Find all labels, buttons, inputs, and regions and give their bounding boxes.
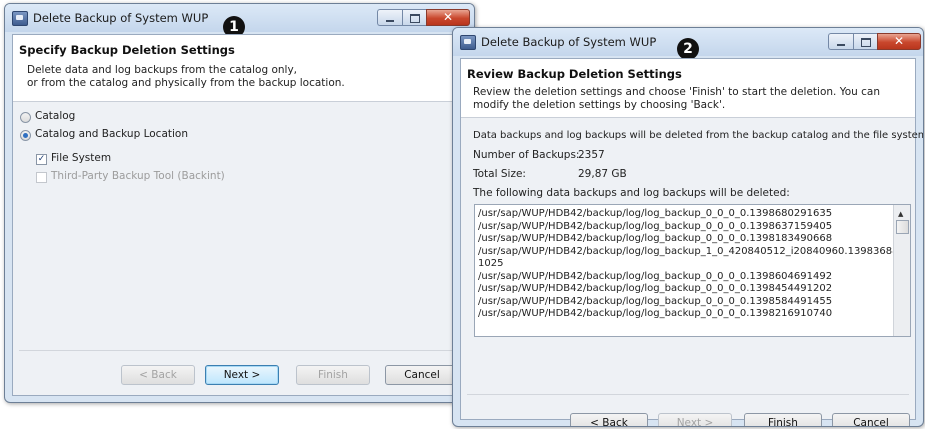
minimize-button[interactable] <box>828 33 853 50</box>
maximize-button[interactable] <box>853 33 877 50</box>
list-item[interactable]: /usr/sap/WUP/HDB42/backup/log/log_backup… <box>478 221 890 234</box>
list-item[interactable]: 1025 <box>478 258 890 271</box>
close-button[interactable]: ✕ <box>426 9 470 26</box>
wizard-pane: Specify Backup Deletion Settings Delete … <box>12 34 467 396</box>
cancel-button[interactable]: Cancel <box>832 413 910 426</box>
scroll-thumb[interactable] <box>896 220 909 234</box>
summary-text: Data backups and log backups will be del… <box>473 130 924 141</box>
back-button: < Back <box>121 365 195 385</box>
next-button[interactable]: Next > <box>205 365 279 385</box>
page-description: Review the deletion settings and choose … <box>473 86 880 111</box>
total-size-label: Total Size: <box>473 168 526 180</box>
list-item[interactable]: /usr/sap/WUP/HDB42/backup/log/log_backup… <box>478 296 890 309</box>
checkbox-third-party <box>36 172 47 183</box>
num-backups-label: Number of Backups: <box>473 149 580 161</box>
vertical-scrollbar[interactable]: ▲ <box>893 205 910 336</box>
dialog-specify-settings: Delete Backup of System WUP 1 ✕ Specify … <box>4 3 475 403</box>
wizard-header: Specify Backup Deletion Settings Delete … <box>13 35 466 102</box>
title-bar[interactable]: Delete Backup of System WUP 2 ✕ <box>453 28 923 60</box>
scroll-up-icon[interactable]: ▲ <box>898 210 903 218</box>
list-item[interactable]: /usr/sap/WUP/HDB42/backup/log/log_backup… <box>478 233 890 246</box>
minimize-button[interactable] <box>377 9 402 26</box>
wizard-header: Review Backup Deletion Settings Review t… <box>461 59 915 118</box>
list-item[interactable]: /usr/sap/WUP/HDB42/backup/log/log_backup… <box>478 246 905 259</box>
num-backups-value: 2357 <box>578 149 605 161</box>
radio-catalog[interactable] <box>20 112 31 123</box>
next-button: Next > <box>658 413 732 426</box>
checkbox-file-system[interactable]: ✓ <box>36 154 47 165</box>
finish-button[interactable]: Finish <box>744 413 822 426</box>
window-title: Delete Backup of System WUP <box>33 11 209 25</box>
dialog-review-settings: Delete Backup of System WUP 2 ✕ Review B… <box>452 27 924 427</box>
page-title: Review Backup Deletion Settings <box>467 67 682 81</box>
list-item[interactable]: /usr/sap/WUP/HDB42/backup/log/log_backup… <box>478 271 890 284</box>
radio-catalog-backup-location[interactable] <box>20 130 31 141</box>
button-separator <box>467 394 909 395</box>
step-badge: 2 <box>677 38 699 60</box>
maximize-button[interactable] <box>402 9 426 26</box>
checkbox-third-party-label: Third-Party Backup Tool (Backint) <box>51 170 225 182</box>
wizard-body: Catalog Catalog and Backup Location ✓ Fi… <box>13 102 466 395</box>
wizard-body: Data backups and log backups will be del… <box>461 118 923 426</box>
list-item[interactable]: /usr/sap/WUP/HDB42/backup/log/log_backup… <box>478 308 890 321</box>
app-icon <box>460 35 476 50</box>
checkbox-file-system-label[interactable]: File System <box>51 152 111 164</box>
app-icon <box>12 11 28 26</box>
list-item[interactable]: /usr/sap/WUP/HDB42/backup/log/log_backup… <box>478 208 890 221</box>
list-heading: The following data backups and log backu… <box>473 187 790 199</box>
back-button[interactable]: < Back <box>570 413 648 426</box>
backup-list[interactable]: /usr/sap/WUP/HDB42/backup/log/log_backup… <box>474 204 911 337</box>
window-controls: ✕ <box>828 33 921 50</box>
window-controls: ✕ <box>377 9 470 26</box>
close-button[interactable]: ✕ <box>877 33 921 50</box>
finish-button: Finish <box>296 365 370 385</box>
radio-catalog-label[interactable]: Catalog <box>35 110 75 122</box>
button-separator <box>19 350 460 351</box>
cancel-button[interactable]: Cancel <box>385 365 459 385</box>
total-size-value: 29,87 GB <box>578 168 627 180</box>
title-bar[interactable]: Delete Backup of System WUP 1 ✕ <box>5 4 474 38</box>
backup-list-items: /usr/sap/WUP/HDB42/backup/log/log_backup… <box>478 208 905 321</box>
page-title: Specify Backup Deletion Settings <box>19 43 235 57</box>
wizard-pane: Review Backup Deletion Settings Review t… <box>460 58 923 426</box>
window-title: Delete Backup of System WUP <box>481 35 657 49</box>
page-description: Delete data and log backups from the cat… <box>27 64 345 89</box>
radio-catalog-backup-location-label[interactable]: Catalog and Backup Location <box>35 128 188 140</box>
list-item[interactable]: /usr/sap/WUP/HDB42/backup/log/log_backup… <box>478 283 890 296</box>
